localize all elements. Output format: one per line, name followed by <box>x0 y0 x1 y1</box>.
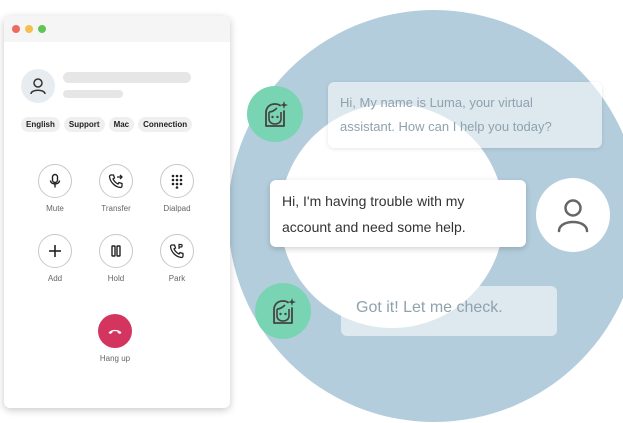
park-button[interactable]: Park <box>152 234 202 283</box>
mute-label: Mute <box>46 204 64 213</box>
minimize-window-button[interactable] <box>25 25 33 33</box>
pause-icon <box>111 245 121 257</box>
hold-label: Hold <box>107 274 125 283</box>
phone-park-icon <box>169 243 184 259</box>
bot-avatar <box>247 86 303 142</box>
call-window: English Support Mac Connection Mute Tran… <box>4 16 230 408</box>
user-icon <box>30 78 46 95</box>
user-avatar <box>536 178 610 252</box>
window-titlebar <box>4 16 230 42</box>
tag: English <box>21 117 60 132</box>
maximize-window-button[interactable] <box>38 25 46 33</box>
tag: Mac <box>108 117 135 132</box>
hang-up-button[interactable]: Hang up <box>90 314 140 363</box>
mute-button-circle[interactable] <box>38 164 72 198</box>
park-label: Park <box>168 274 186 283</box>
transfer-label: Transfer <box>101 204 131 213</box>
bot-message-bubble: Hi, My name is Luma, your virtual assist… <box>328 82 602 148</box>
contact-avatar <box>21 69 55 103</box>
mute-button[interactable]: Mute <box>30 164 80 213</box>
hang-up-label: Hang up <box>99 354 131 363</box>
ai-assistant-face-icon <box>273 298 296 324</box>
tag: Connection <box>138 117 193 132</box>
microphone-icon <box>49 173 61 188</box>
user-icon <box>557 199 589 233</box>
hang-up-button-circle[interactable] <box>98 314 132 348</box>
contact-detail-placeholder <box>63 90 123 98</box>
close-window-button[interactable] <box>12 25 20 33</box>
add-label: Add <box>47 274 63 283</box>
dialpad-label: Dialpad <box>163 204 191 213</box>
dialpad-button[interactable]: Dialpad <box>152 164 202 213</box>
add-button-circle[interactable] <box>38 234 72 268</box>
tag: Support <box>63 117 105 132</box>
add-button[interactable]: Add <box>30 234 80 283</box>
phone-hangup-icon <box>108 329 122 334</box>
park-button-circle[interactable] <box>160 234 194 268</box>
transfer-button[interactable]: Transfer <box>91 164 141 213</box>
hold-button[interactable]: Hold <box>91 234 141 283</box>
ai-assistant-face-icon <box>265 101 288 127</box>
plus-icon <box>49 245 61 257</box>
bot-avatar <box>255 283 311 339</box>
hold-button-circle[interactable] <box>99 234 133 268</box>
user-message-bubble: Hi, I'm having trouble with my account a… <box>270 180 526 247</box>
dialpad-icon <box>171 174 183 189</box>
contact-name-placeholder <box>63 72 191 83</box>
dialpad-button-circle[interactable] <box>160 164 194 198</box>
call-tags: English Support Mac Connection <box>21 117 193 132</box>
bot-message-bubble: Got it! Let me check. <box>341 286 557 336</box>
transfer-button-circle[interactable] <box>99 164 133 198</box>
call-transfer-icon <box>108 174 123 189</box>
